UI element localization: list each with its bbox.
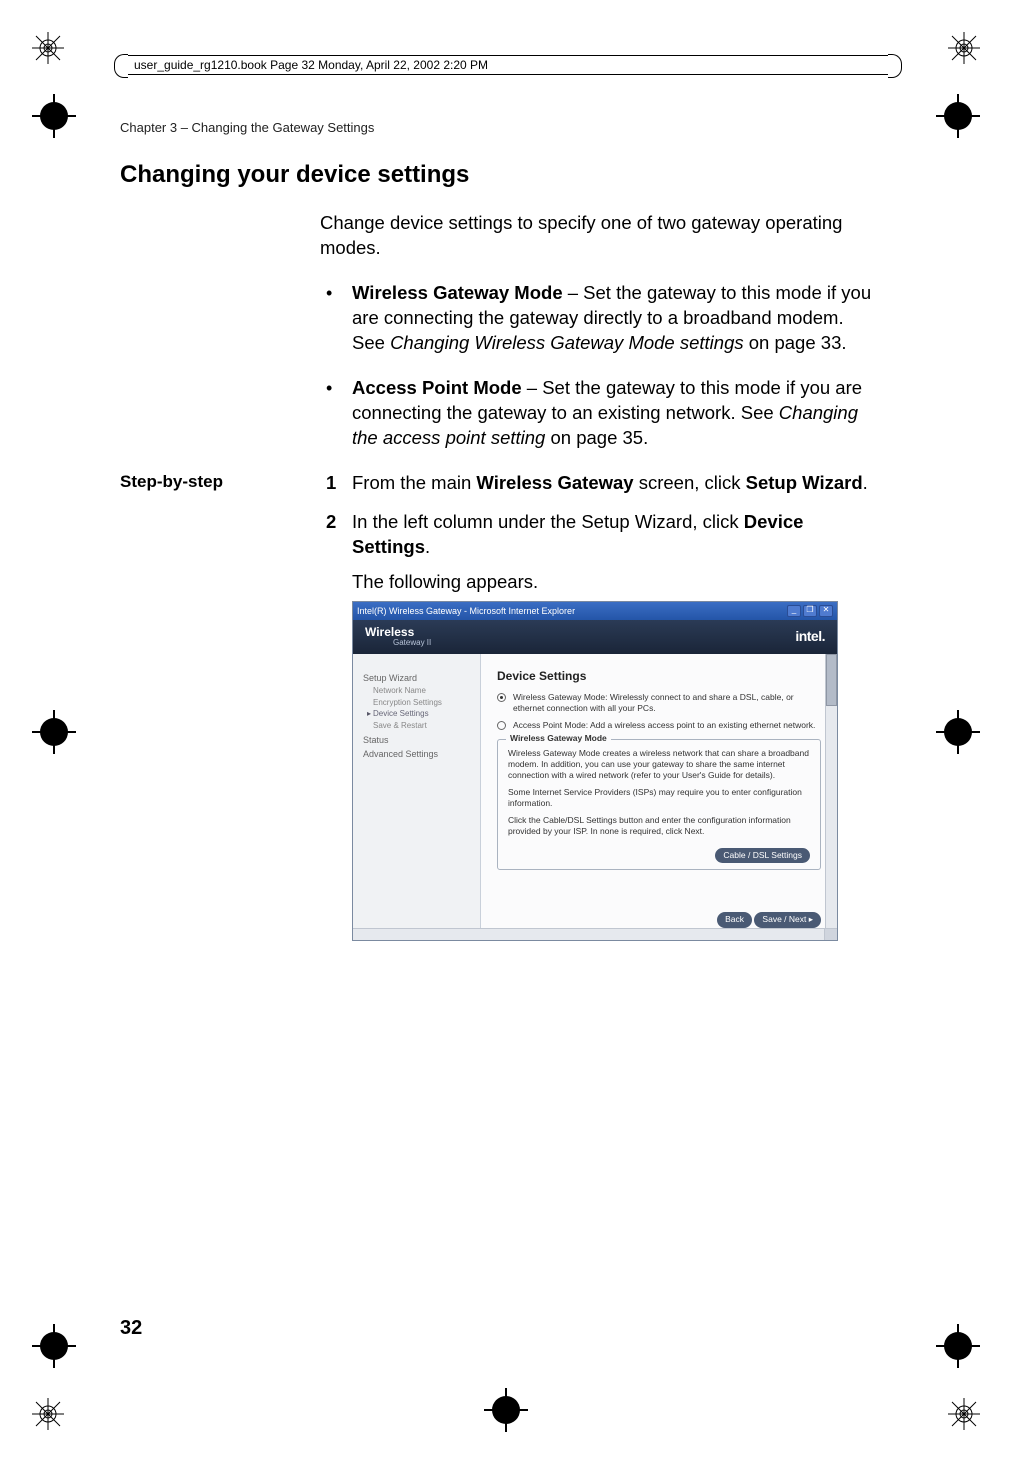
sidebar-advanced[interactable]: Advanced Settings <box>363 748 472 760</box>
main-panel: Device Settings Wireless Gateway Mode: W… <box>481 654 837 928</box>
sidebar-item-encryption[interactable]: Encryption Settings <box>373 698 472 709</box>
xref-tail: on page 35. <box>545 427 648 448</box>
brand-bar: Wireless Gateway II intel. <box>353 620 837 654</box>
maximize-button[interactable]: ❐ <box>803 605 817 617</box>
step-result: The following appears. <box>352 570 875 595</box>
radio-wireless-gateway[interactable]: Wireless Gateway Mode: Wirelessly connec… <box>497 692 821 714</box>
fieldset-legend: Wireless Gateway Mode <box>506 733 611 744</box>
crop-mark-midleft <box>32 710 76 754</box>
sidebar-item-network-name[interactable]: Network Name <box>373 686 472 697</box>
sidebar-status[interactable]: Status <box>363 734 472 746</box>
sidebar-pointer-icon: ▸ <box>367 709 371 720</box>
corner-mark-br <box>946 1396 982 1432</box>
back-button[interactable]: Back <box>717 912 752 927</box>
fieldset-text: Click the Cable/DSL Settings button and … <box>508 815 810 837</box>
page-number: 32 <box>120 1317 142 1340</box>
horizontal-scrollbar[interactable] <box>353 928 837 940</box>
crop-mark-left <box>32 94 76 138</box>
sidebar-setup-wizard[interactable]: Setup Wizard <box>363 672 472 684</box>
radio-icon <box>497 693 506 702</box>
page-content: user_guide_rg1210.book Page 32 Monday, A… <box>120 120 890 1340</box>
crop-mark-bottomcenter <box>484 1388 528 1432</box>
panel-heading: Device Settings <box>497 668 821 684</box>
radio-icon <box>497 721 506 730</box>
crop-mark-right <box>936 94 980 138</box>
step-number: 2 <box>326 510 336 535</box>
chapter-line: Chapter 3 – Changing the Gateway Setting… <box>120 120 890 135</box>
save-next-button[interactable]: Save / Next ▸ <box>754 912 821 927</box>
fieldset-text: Some Internet Service Providers (ISPs) m… <box>508 787 810 809</box>
step-item: 1 From the main Wireless Gateway screen,… <box>320 471 875 496</box>
list-item: Wireless Gateway Mode – Set the gateway … <box>320 281 875 356</box>
running-head-text: user_guide_rg1210.book Page 32 Monday, A… <box>134 58 488 72</box>
crop-mark-bottomleft <box>32 1324 76 1368</box>
list-item: Access Point Mode – Set the gateway to t… <box>320 376 875 451</box>
xref-tail: on page 33. <box>744 332 847 353</box>
mode-name: Wireless Gateway Mode <box>352 282 563 303</box>
brand-name: Wireless <box>365 625 414 639</box>
sidebar-nav: Setup Wizard Network Name Encryption Set… <box>353 654 481 928</box>
mode-name: Access Point Mode <box>352 377 522 398</box>
intro-paragraph: Change device settings to specify one of… <box>320 211 875 261</box>
section-title: Changing your device settings <box>120 161 890 189</box>
vertical-scrollbar[interactable] <box>825 654 837 928</box>
corner-mark-tl <box>30 30 66 66</box>
step-item: 2 In the left column under the Setup Wiz… <box>320 510 875 941</box>
wireless-gateway-mode-fieldset: Wireless Gateway Mode Wireless Gateway M… <box>497 739 821 870</box>
corner-mark-bl <box>30 1396 66 1432</box>
intel-logo: intel. <box>795 627 825 646</box>
embedded-screenshot: Intel(R) Wireless Gateway - Microsoft In… <box>352 601 838 941</box>
running-head: user_guide_rg1210.book Page 32 Monday, A… <box>128 55 888 75</box>
step-number: 1 <box>326 471 336 496</box>
radio-access-point[interactable]: Access Point Mode: Add a wireless access… <box>497 720 821 731</box>
window-titlebar: Intel(R) Wireless Gateway - Microsoft In… <box>353 602 837 620</box>
cable-dsl-settings-button[interactable]: Cable / DSL Settings <box>715 848 810 863</box>
crop-mark-midright <box>936 710 980 754</box>
radio-label: Wireless Gateway Mode: Wirelessly connec… <box>513 692 794 713</box>
xref: Changing Wireless Gateway Mode settings <box>390 332 744 353</box>
step-text: From the main Wireless Gateway screen, c… <box>352 472 868 493</box>
window-title: Intel(R) Wireless Gateway - Microsoft In… <box>357 605 575 617</box>
close-button[interactable]: ✕ <box>819 605 833 617</box>
minimize-button[interactable]: _ <box>787 605 801 617</box>
step-by-step-label: Step-by-step <box>120 471 223 494</box>
sidebar-item-device-settings[interactable]: Device Settings <box>373 709 472 720</box>
step-list: Step-by-step 1 From the main Wireless Ga… <box>320 471 875 941</box>
step-text: In the left column under the Setup Wizar… <box>352 511 803 557</box>
radio-label: Access Point Mode: Add a wireless access… <box>513 720 815 730</box>
mode-list: Wireless Gateway Mode – Set the gateway … <box>320 281 875 451</box>
body-column: Change device settings to specify one of… <box>320 211 875 941</box>
corner-mark-tr <box>946 30 982 66</box>
brand-subtitle: Gateway II <box>393 638 431 649</box>
crop-mark-bottomright <box>936 1324 980 1368</box>
fieldset-text: Wireless Gateway Mode creates a wireless… <box>508 748 810 781</box>
sidebar-item-save-restart[interactable]: Save & Restart <box>373 721 472 732</box>
